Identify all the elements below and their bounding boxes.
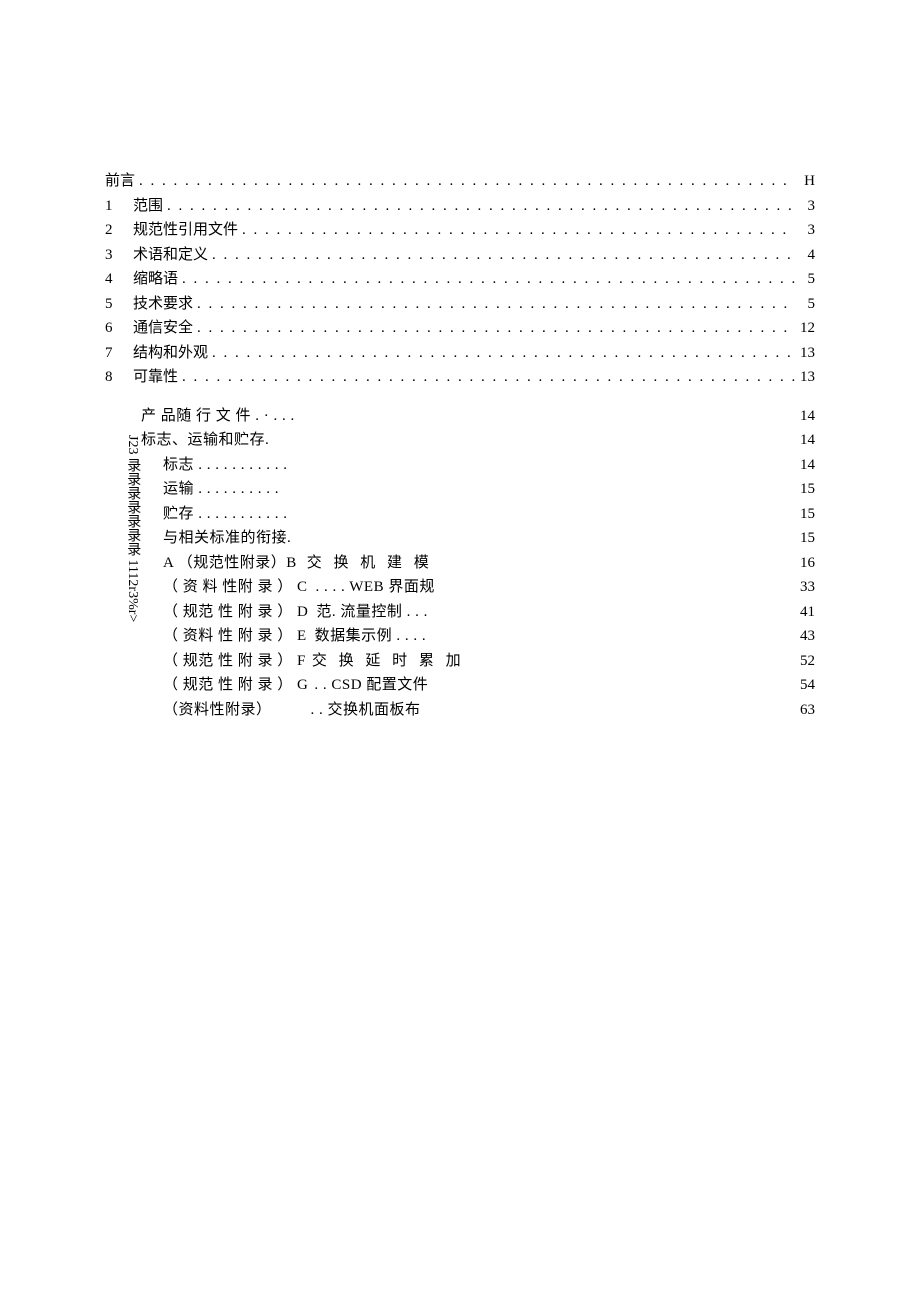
toc-page: 33 [795,576,815,599]
toc-label: 产 品随 行 文 件 . · . . . [141,405,295,428]
toc-page: 15 [795,527,815,550]
toc-sub-section: J23 录录录录录录录 1112r3%r> 产 品随 行 文 件 . · . .… [105,405,815,722]
toc-label: （ 资料 性 附 录 ） E [163,625,307,648]
toc-row: 3 术语和定义 . . . . . . . . . . . . . . . . … [105,244,815,267]
toc-page: 12 [795,317,815,340]
toc-main-section: 前言 . . . . . . . . . . . . . . . . . . .… [105,170,815,389]
toc-page: 52 [795,650,815,673]
toc-dots: . . . . . . . . . . . . . . . . . . . . … [208,244,795,267]
toc-number: 3 [105,244,133,267]
toc-page: 15 [795,478,815,501]
toc-number: 2 [105,219,133,242]
toc-label: （ 规范 性 附 录 ） F [163,650,306,673]
toc-row: 5 技术要求 . . . . . . . . . . . . . . . . .… [105,293,815,316]
toc-sub-row: （ 资 料 性附 录 ） C . . . . WEB 界面规 33 [105,576,815,599]
toc-label: 规范性引用文件 [133,219,238,242]
toc-label: 术语和定义 [133,244,208,267]
toc-page: 3 [795,219,815,242]
toc-sub-row: 贮存 . . . . . . . . . . . 15 [105,503,815,526]
toc-page: 14 [795,454,815,477]
toc-sub-row: A （规范性附录）B 交 换 机 建 模 16 [105,552,815,575]
toc-number: 8 [105,366,133,389]
toc-number: 7 [105,342,133,365]
toc-label: （ 规范 性 附 录 ） G [163,674,308,697]
toc-dots: . . . . . . . . . . . . . . . . . . . . … [238,219,795,242]
toc-number: 5 [105,293,133,316]
toc-row: 6 通信安全 . . . . . . . . . . . . . . . . .… [105,317,815,340]
toc-number: 6 [105,317,133,340]
toc-tail: 交 换 机 建 模 [307,552,433,575]
toc-row: 2 规范性引用文件 . . . . . . . . . . . . . . . … [105,219,815,242]
toc-page: 54 [795,674,815,697]
toc-page: 5 [795,293,815,316]
toc-number: 1 [105,195,133,218]
toc-sub-row: （ 资料 性 附 录 ） E 数据集示例 . . . . 43 [105,625,815,648]
toc-label: 运输 . . . . . . . . . . [163,478,279,501]
toc-dots: . . . . . . . . . . . . . . . . . . . . … [163,195,795,218]
toc-dots: . . . . . . . . . . . . . . . . . . . . … [135,170,795,193]
toc-page: 14 [795,405,815,428]
toc-page: 41 [795,601,815,624]
toc-label: 范围 [133,195,163,218]
toc-label: 贮存 . . . . . . . . . . . [163,503,288,526]
toc-sub-row: 标志 . . . . . . . . . . . 14 [105,454,815,477]
toc-label: 缩略语 [133,268,178,291]
toc-label: 前言 [105,170,135,193]
toc-sub-row: （ 规范 性 附 录 ） G . . CSD 配置文件 54 [105,674,815,697]
toc-label: 结构和外观 [133,342,208,365]
toc-page: 14 [795,429,815,452]
toc-label: 通信安全 [133,317,193,340]
toc-dots: . . . . . . . . . . . . . . . . . . . . … [193,317,795,340]
vertical-margin-text: J23 录录录录录录录 1112r3%r> [123,435,141,665]
toc-tail: . . CSD 配置文件 [314,674,428,697]
toc-label: 标志 . . . . . . . . . . . [163,454,288,477]
toc-sub-row: 与相关标准的衔接. 15 [105,527,815,550]
toc-label: （ 资 料 性附 录 ） C [163,576,308,599]
toc-tail: 交 换 延 时 累 加 [312,650,465,673]
toc-page: H [795,170,815,193]
toc-tail: . . 交换机面板布 [294,699,421,722]
toc-page: 16 [795,552,815,575]
toc-label: （ 规范 性 附 录 ） D [163,601,308,624]
toc-page: 3 [795,195,815,218]
toc-sub-row: 产 品随 行 文 件 . · . . . 14 [105,405,815,428]
toc-dots: . . . . . . . . . . . . . . . . . . . . … [178,366,795,389]
toc-page: 5 [795,268,815,291]
toc-row: 4 缩略语 . . . . . . . . . . . . . . . . . … [105,268,815,291]
toc-tail: . . . . WEB 界面规 [316,576,435,599]
toc-sub-row: （ 规范 性 附 录 ） D 范. 流量控制 . . . 41 [105,601,815,624]
toc-page: 13 [795,342,815,365]
toc-label: （资料性附录） [163,699,272,722]
toc-row: 1 范围 . . . . . . . . . . . . . . . . . .… [105,195,815,218]
toc-sub-row: 标志、运输和贮存. 14 [105,429,815,452]
toc-label: 与相关标准的衔接. [163,527,291,550]
toc-row-preface: 前言 . . . . . . . . . . . . . . . . . . .… [105,170,815,193]
toc-label: 技术要求 [133,293,193,316]
toc-tail: 范. 流量控制 . . . [316,601,428,624]
toc-tail: 数据集示例 . . . . [315,625,427,648]
toc-row: 8 可靠性 . . . . . . . . . . . . . . . . . … [105,366,815,389]
toc-sub-row: （资料性附录） . . 交换机面板布 63 [105,699,815,722]
toc-dots: . . . . . . . . . . . . . . . . . . . . … [193,293,795,316]
toc-number: 4 [105,268,133,291]
toc-page: 15 [795,503,815,526]
toc-page: 43 [795,625,815,648]
toc-sub-row: （ 规范 性 附 录 ） F 交 换 延 时 累 加 52 [105,650,815,673]
toc-page: 13 [795,366,815,389]
toc-page: 4 [795,244,815,267]
toc-dots: . . . . . . . . . . . . . . . . . . . . … [208,342,795,365]
toc-dots: . . . . . . . . . . . . . . . . . . . . … [178,268,795,291]
toc-label: 标志、运输和贮存. [141,429,269,452]
toc-row: 7 结构和外观 . . . . . . . . . . . . . . . . … [105,342,815,365]
toc-page: 63 [795,699,815,722]
toc-label: A （规范性附录）B [163,552,297,575]
toc-sub-row: 运输 . . . . . . . . . . 15 [105,478,815,501]
toc-label: 可靠性 [133,366,178,389]
